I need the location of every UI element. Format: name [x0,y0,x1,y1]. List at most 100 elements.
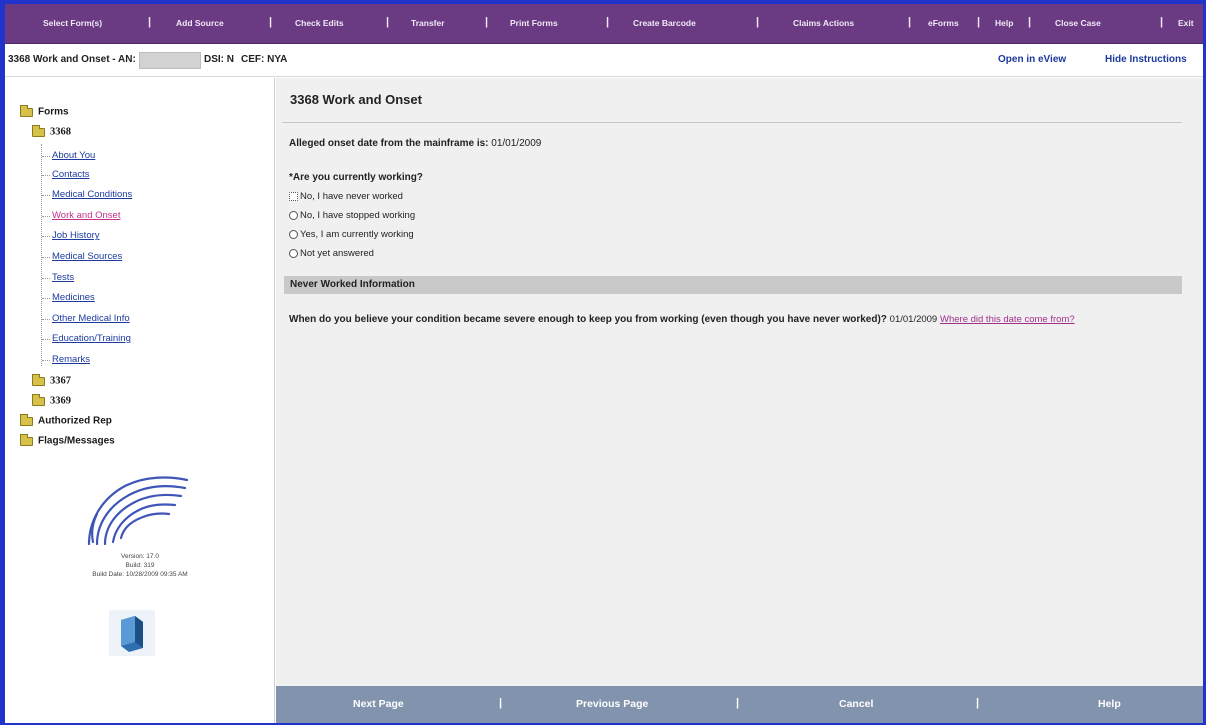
version-info: Version: 17.0 Build: 319 Build Date: 10/… [5,552,275,579]
menu-transfer[interactable]: Transfer [411,18,445,28]
tree-connector [42,257,50,258]
tree-connector [42,156,50,157]
severe-date-row: When do you believe your condition becam… [289,314,1179,326]
menu-separator: | [269,16,273,28]
date-source-link[interactable]: Where did this date come from? [940,314,1075,325]
section-title: Never Worked Information [290,279,415,290]
menu-separator: | [1160,16,1164,28]
menu-separator: | [606,16,610,28]
onset-date-row: Alleged onset date from the mainframe is… [289,138,541,149]
tree-item-education-training[interactable]: Education/Training [52,333,131,344]
dsi-status: DSI: N [204,54,234,65]
case-title-bar: 3368 Work and Onset - AN: DSI: N CEF: NY… [5,45,1203,77]
help-button[interactable]: Help [1098,698,1121,710]
previous-page-button[interactable]: Previous Page [576,698,648,710]
tree-item-medicines[interactable]: Medicines [52,292,95,303]
severe-date-value: 01/01/2009 [889,314,938,325]
option-currently-working[interactable]: Yes, I am currently working [289,229,414,240]
folder-icon [20,433,33,446]
tree-item-remarks[interactable]: Remarks [52,354,90,365]
tree-connector [42,236,50,237]
redacted-an-field [139,52,201,69]
section-header-bar: Never Worked Information [284,276,1182,294]
option-stopped-working[interactable]: No, I have stopped working [289,210,415,221]
menu-separator: | [756,16,760,28]
tree-connector [42,175,50,176]
tree-item-about-you[interactable]: About You [52,150,95,161]
bottom-separator: | [499,697,503,709]
radio-button[interactable] [289,192,298,201]
agency-wing-logo [87,476,189,546]
tree-item-job-history[interactable]: Job History [52,230,100,241]
menu-separator: | [386,16,390,28]
menu-eforms[interactable]: eForms [928,18,959,28]
onset-value: 01/01/2009 [491,138,542,149]
menu-select-forms[interactable]: Select Form(s) [43,18,102,28]
tree-item-tests[interactable]: Tests [52,272,74,283]
version-number: Version: 17.0 [121,553,159,560]
hide-instructions-link[interactable]: Hide Instructions [1105,54,1187,65]
build-number: Build: 319 [125,562,155,569]
menu-print-forms[interactable]: Print Forms [510,18,558,28]
menu-help[interactable]: Help [995,18,1013,28]
next-page-button[interactable]: Next Page [353,698,404,710]
tree-connector [42,339,50,340]
tree-node-3368[interactable]: 3368 [32,124,71,138]
radio-button[interactable] [289,211,298,220]
working-question: *Are you currently working? [289,172,423,183]
top-menu-bar: Select Form(s) | Add Source | Check Edit… [5,4,1203,44]
tree-item-medical-conditions[interactable]: Medical Conditions [52,189,132,200]
menu-separator: | [977,16,981,28]
menu-separator: | [148,16,152,28]
menu-add-source[interactable]: Add Source [176,18,224,28]
tree-item-medical-sources[interactable]: Medical Sources [52,251,122,262]
build-date: Build Date: 10/28/2009 09:35 AM [92,571,188,578]
menu-check-edits[interactable]: Check Edits [295,18,344,28]
severe-question: When do you believe your condition becam… [289,314,887,325]
option-never-worked[interactable]: No, I have never worked [289,191,403,202]
tree-node-3369[interactable]: 3369 [32,393,71,407]
tree-item-work-and-onset[interactable]: Work and Onset [52,210,120,221]
folder-icon [32,373,45,386]
cancel-button[interactable]: Cancel [839,698,873,710]
page-title: 3368 Work and Onset [290,92,422,107]
form-content-panel: 3368 Work and Onset Alleged onset date f… [276,78,1203,686]
onset-label: Alleged onset date from the mainframe is… [289,138,489,149]
folder-icon [20,413,33,426]
tree-item-contacts[interactable]: Contacts [52,169,90,180]
tree-guide-line [41,144,42,366]
radio-button[interactable] [289,249,298,258]
form-tree-sidebar: Forms 3368 About You Contacts Medical Co… [5,78,275,723]
tree-connector [42,319,50,320]
tree-node-authorized-rep[interactable]: Authorized Rep [20,413,112,427]
folder-icon [32,393,45,406]
menu-separator: | [485,16,489,28]
tree-node-flags-messages[interactable]: Flags/Messages [20,433,115,447]
menu-create-barcode[interactable]: Create Barcode [633,18,696,28]
bottom-separator: | [976,697,980,709]
title-divider [282,122,1182,123]
tree-item-other-medical-info[interactable]: Other Medical Info [52,313,130,324]
folder-icon [32,124,45,137]
bottom-nav-bar: Next Page | Previous Page | Cancel | Hel… [276,686,1203,723]
option-not-yet-answered[interactable]: Not yet answered [289,248,374,259]
open-in-eview-link[interactable]: Open in eView [998,54,1066,65]
menu-exit[interactable]: Exit [1178,18,1194,28]
tree-node-3367[interactable]: 3367 [32,373,71,387]
tree-connector [42,278,50,279]
radio-button[interactable] [289,230,298,239]
folder-icon [20,104,33,117]
tree-node-forms[interactable]: Forms [20,104,69,118]
tree-connector [42,360,50,361]
menu-separator: | [908,16,912,28]
cef-status: CEF: NYA [241,54,288,65]
app-window: Select Form(s) | Add Source | Check Edit… [5,4,1203,723]
case-label: 3368 Work and Onset - AN: [8,54,136,65]
menu-close-case[interactable]: Close Case [1055,18,1101,28]
tree-connector [42,298,50,299]
bottom-separator: | [736,697,740,709]
menu-claims-actions[interactable]: Claims Actions [793,18,854,28]
tree-connector [42,216,50,217]
tree-connector [42,195,50,196]
menu-separator: | [1028,16,1032,28]
